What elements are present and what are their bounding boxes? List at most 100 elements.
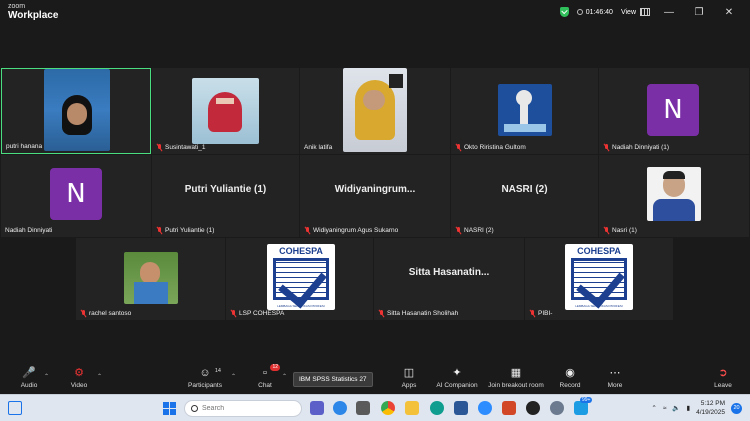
apps-button[interactable]: ◫ Apps — [384, 367, 434, 389]
taskbar-search[interactable] — [184, 400, 302, 417]
wifi-icon[interactable]: ≈ — [663, 405, 667, 412]
participant-tile[interactable]: Widiyaningrum... Widiyaningrum Agus Suka… — [300, 155, 450, 237]
mic-muted-icon — [304, 227, 310, 234]
mic-muted-icon — [156, 144, 162, 151]
grid-view-icon — [640, 8, 650, 16]
camera-off-icon: ⚙ — [74, 367, 84, 379]
participant-name: LSP COHESPA — [230, 310, 284, 317]
cohespa-logo: COHESPA LEMBAGA SERTIFIKASI PROFESI — [565, 244, 633, 310]
widgets-icon[interactable] — [8, 401, 22, 415]
participants-button[interactable]: ☺ 14 Participants — [180, 367, 230, 389]
volume-icon[interactable]: 🔈 — [672, 404, 680, 412]
video-label: Video — [70, 382, 88, 389]
participant-video — [44, 69, 110, 151]
battery-icon[interactable]: ▮ — [687, 404, 691, 412]
participant-name: Nadiah Dinniyati — [5, 227, 53, 234]
participant-display-name: Sitta Hasanatin... — [408, 266, 490, 278]
participant-tile[interactable]: NASRI (2) NASRI (2) — [451, 155, 598, 237]
mic-muted-icon — [156, 227, 162, 234]
mic-muted-icon — [455, 144, 461, 151]
participant-photo — [192, 78, 259, 144]
encryption-shield-icon[interactable] — [559, 7, 569, 17]
logo-workplace-text: Workplace — [8, 10, 59, 21]
browser-edge-icon[interactable] — [333, 401, 347, 415]
participant-name: Nadiah Dinniyati (1) — [603, 144, 669, 151]
zoom-window: zoom Workplace 01:46:40 View — ❐ ✕ putri… — [0, 0, 750, 421]
participant-tile[interactable]: Anik latifa — [300, 68, 450, 154]
participant-tile[interactable]: COHESPA LEMBAGA SERTIFIKASI PROFESI LSP … — [226, 238, 373, 320]
chat-label: Chat — [258, 382, 272, 389]
minimize-icon[interactable]: — — [658, 7, 680, 18]
participant-name: Putri Yuliantie (1) — [156, 227, 214, 234]
title-bar: zoom Workplace 01:46:40 View — ❐ ✕ — [0, 0, 750, 24]
view-label: View — [620, 8, 636, 16]
participant-name: Okto Riristina Gultom — [455, 144, 526, 151]
participant-name: Nasri (1) — [603, 227, 637, 234]
chat-options-chevron-icon[interactable]: ⌃ — [282, 373, 287, 380]
participant-tile[interactable]: N Nadiah Dinniyati — [1, 155, 151, 237]
leave-button[interactable]: ➲ Leave — [698, 367, 748, 389]
sparkle-icon: ✦ — [452, 367, 462, 379]
more-dots-icon: ⋯ — [609, 367, 621, 379]
more-button[interactable]: ⋯ More — [590, 367, 640, 389]
mic-muted-icon — [230, 310, 236, 317]
participant-photo — [124, 252, 178, 304]
taskbar-clock[interactable]: 5:12 PM 4/19/2025 — [696, 399, 725, 417]
participants-count: 14 — [214, 368, 221, 374]
close-icon[interactable]: ✕ — [718, 7, 740, 18]
settings-icon[interactable] — [550, 401, 564, 415]
mic-off-icon: 🎤 — [22, 367, 36, 379]
file-explorer-icon[interactable] — [356, 401, 370, 415]
windows-start-icon[interactable] — [163, 402, 176, 415]
store-icon[interactable] — [574, 401, 588, 415]
system-tray: ⌃ ≈ 🔈 ▮ 5:12 PM 4/19/2025 20 — [651, 399, 742, 417]
mic-muted-icon — [455, 227, 461, 234]
title-bar-controls: 01:46:40 View — ❐ ✕ — [559, 0, 750, 24]
cohespa-logo: COHESPA LEMBAGA SERTIFIKASI PROFESI — [267, 244, 335, 310]
avatar: N — [50, 168, 102, 220]
participant-tile[interactable]: COHESPA LEMBAGA SERTIFIKASI PROFESI PIBI… — [525, 238, 673, 320]
leave-door-icon: ➲ — [718, 367, 728, 379]
view-button[interactable]: View — [621, 8, 650, 16]
mic-muted-icon — [603, 144, 609, 151]
powerpoint-icon[interactable] — [502, 401, 516, 415]
participant-tile[interactable]: rachel santoso — [76, 238, 225, 320]
record-icon: ◉ — [565, 367, 575, 379]
participant-name: NASRI (2) — [455, 227, 494, 234]
ai-companion-button[interactable]: ✦ AI Companion — [428, 367, 486, 389]
participant-display-name: Putri Yuliantie (1) — [184, 183, 267, 195]
notification-count-badge[interactable]: 20 — [731, 402, 742, 414]
participant-name: Sitta Hasanatin Sholihah — [378, 310, 458, 317]
participant-tile[interactable]: Putri Yuliantie (1) Putri Yuliantie (1) — [152, 155, 299, 237]
participant-tile[interactable]: N Nadiah Dinniyati (1) — [599, 68, 749, 154]
media-player-icon[interactable] — [526, 401, 540, 415]
chrome-icon[interactable] — [381, 401, 395, 415]
search-input[interactable] — [202, 405, 282, 412]
participant-display-name: NASRI (2) — [501, 183, 548, 195]
zoom-app-icon[interactable] — [478, 401, 492, 415]
meet-now-icon[interactable] — [310, 401, 324, 415]
participant-name: Anik latifa — [304, 144, 333, 151]
tray-chevron-icon[interactable]: ⌃ — [651, 404, 656, 412]
participant-tile[interactable]: Okto Riristina Gultom — [451, 68, 598, 154]
breakout-label: Join breakout room — [488, 382, 544, 389]
restore-icon[interactable]: ❐ — [688, 7, 710, 18]
participants-options-chevron-icon[interactable]: ⌃ — [231, 373, 236, 380]
participant-name: putri hanana — [6, 143, 43, 150]
video-gallery: putri hanana Susintawati_1 Anik latifa O… — [0, 66, 750, 322]
breakout-grid-icon: ▦ — [510, 367, 522, 379]
word-icon[interactable] — [454, 401, 468, 415]
record-button[interactable]: ◉ Record — [545, 367, 595, 389]
participant-tile[interactable]: putri hanana — [1, 68, 151, 154]
apps-icon: ◫ — [403, 367, 415, 379]
edge-icon[interactable] — [430, 401, 444, 415]
breakout-room-button[interactable]: ▦ Join breakout room — [484, 367, 548, 389]
participant-tile[interactable]: Nasri (1) — [599, 155, 749, 237]
audio-options-chevron-icon[interactable]: ⌃ — [44, 373, 49, 380]
participant-name: Widiyaningrum Agus Sukarno — [304, 227, 398, 234]
video-options-chevron-icon[interactable]: ⌃ — [97, 373, 102, 380]
meeting-toolbar: 🎤 Audio ⌃ ⚙ Video ⌃ ☺ 14 Participants ⌃ ▫… — [0, 364, 750, 394]
folder-icon[interactable] — [405, 401, 419, 415]
participant-tile[interactable]: Susintawati_1 — [152, 68, 299, 154]
participant-tile[interactable]: Sitta Hasanatin... Sitta Hasanatin Sholi… — [374, 238, 524, 320]
